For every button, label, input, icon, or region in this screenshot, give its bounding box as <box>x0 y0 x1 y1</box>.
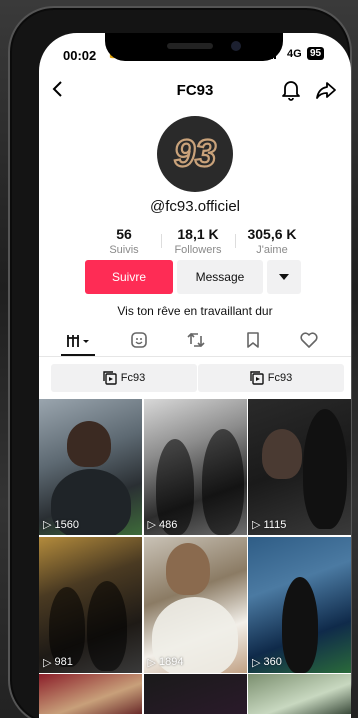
video-thumbnail[interactable] <box>248 674 351 714</box>
video-thumbnail[interactable]: ▷ 486 <box>143 399 247 535</box>
battery-indicator: 95 <box>307 47 325 60</box>
play-icon: ▷ <box>252 519 261 531</box>
follow-button[interactable]: Suivre <box>85 260 173 294</box>
stat-following[interactable]: 56 Suivis <box>87 226 161 260</box>
tab-saved[interactable] <box>241 329 265 351</box>
view-count: ▷ 360 <box>252 656 282 669</box>
tab-reposts[interactable] <box>184 329 208 351</box>
video-thumbnail[interactable]: ▷ 1894 <box>143 536 247 673</box>
video-thumbnail[interactable]: ▷ 981 <box>39 536 142 673</box>
heart-icon <box>300 332 318 348</box>
playlist-label: Fc93 <box>120 372 146 384</box>
message-button[interactable]: Message <box>177 260 263 294</box>
videos-grid-icon <box>67 335 89 347</box>
play-icon: ▷ <box>147 519 156 531</box>
view-count: ▷ 1560 <box>43 518 79 532</box>
playlist-icon <box>250 371 264 385</box>
play-icon: ▷ <box>252 656 261 669</box>
club-logo-text: 93 <box>174 133 216 175</box>
video-thumbnail[interactable]: ▷ 1115 <box>248 399 351 535</box>
view-count: ▷ 486 <box>147 518 178 532</box>
playlist-chip[interactable]: Fc93 <box>198 364 344 392</box>
profile-handle: @fc93.officiel <box>150 198 240 215</box>
play-icon: ▷ <box>147 656 156 669</box>
phone-notch <box>105 33 283 61</box>
content-tabs <box>39 325 351 357</box>
tab-videos[interactable] <box>64 329 94 351</box>
favorites-icon <box>131 332 147 348</box>
stat-value: 56 <box>116 226 132 242</box>
profile-bio: Vis ton rêve en travaillant dur <box>117 304 273 318</box>
playlist-icon <box>103 371 117 385</box>
app-screen: 00:02 🔒 4G 95 FC93 93 @fc93.o <box>39 33 351 718</box>
bell-icon[interactable] <box>281 79 301 101</box>
view-count: ▷ 981 <box>43 656 73 669</box>
caret-down-icon <box>279 274 289 280</box>
stat-value: 18,1 K <box>177 226 219 242</box>
stat-value: 305,6 K <box>247 226 297 242</box>
status-time: 00:02 <box>63 48 97 63</box>
network-type: 4G <box>287 48 302 60</box>
stat-followers[interactable]: 18,1 K Followers <box>161 226 235 260</box>
view-count: ▷ 1894 <box>147 656 184 669</box>
bookmark-icon <box>247 332 259 348</box>
repost-icon <box>187 332 205 348</box>
play-icon: ▷ <box>43 656 52 669</box>
video-grid: ▷ 1560 ▷ 486 ▷ 1115 ▷ 981 ▷ 1894 ▷ 360 <box>39 399 351 714</box>
page-title: FC93 <box>176 82 214 99</box>
video-thumbnail[interactable] <box>39 674 142 714</box>
play-icon: ▷ <box>43 519 52 531</box>
playlist-chip[interactable]: Fc93 <box>51 364 197 392</box>
playlist-label: Fc93 <box>267 372 293 384</box>
tab-liked[interactable] <box>297 329 321 351</box>
video-thumbnail[interactable]: ▷ 360 <box>248 536 351 673</box>
video-thumbnail[interactable]: ▷ 1560 <box>39 399 142 535</box>
more-options-button[interactable] <box>267 260 301 294</box>
active-tab-indicator <box>61 354 95 356</box>
profile-stats: 56 Suivis 18,1 K Followers 305,6 K J'aim… <box>87 226 309 260</box>
video-thumbnail[interactable] <box>143 674 247 714</box>
stat-label: J'aime <box>256 244 288 256</box>
stat-label: Followers <box>174 244 222 256</box>
profile-avatar[interactable]: 93 <box>157 116 233 192</box>
stat-likes[interactable]: 305,6 K J'aime <box>235 226 309 260</box>
share-icon[interactable] <box>315 79 337 101</box>
tab-favorites[interactable] <box>127 329 151 351</box>
phone-frame: 00:02 🔒 4G 95 FC93 93 @fc93.o <box>8 6 352 718</box>
stat-label: Suivis <box>109 244 139 256</box>
view-count: ▷ 1115 <box>252 518 287 532</box>
top-bar: FC93 <box>39 79 351 105</box>
